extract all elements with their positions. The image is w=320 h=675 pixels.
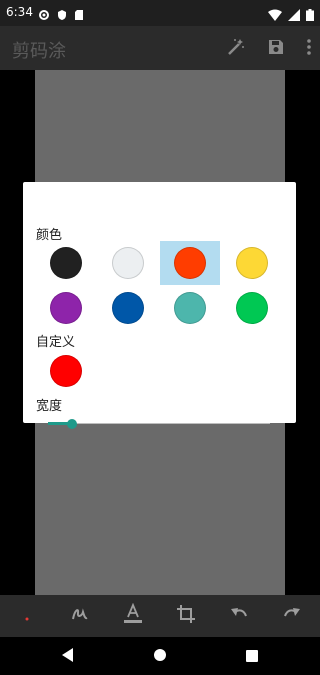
save-icon[interactable] [266,37,286,61]
width-section-label: 宽度 [36,399,63,414]
color-swatch-teal[interactable] [174,292,206,324]
color-swatch-purple[interactable] [50,292,82,324]
signal-icon [288,6,300,25]
tool-text[interactable] [106,595,159,637]
color-swatch-cell[interactable] [222,241,282,285]
bottom-toolbar [0,595,320,637]
color-swatch-blue[interactable] [112,292,144,324]
crop-icon [176,604,196,628]
color-swatch-cell[interactable] [160,241,220,285]
color-swatch-orange[interactable] [174,247,206,279]
color-swatch-cell[interactable] [36,241,96,285]
gear-icon [38,6,50,25]
color-swatch-cell[interactable] [160,286,220,330]
color-swatch-cell[interactable] [98,241,158,285]
tool-crop[interactable] [159,595,212,637]
app-bar: 剪码涂 [0,26,320,70]
custom-color-swatch[interactable] [50,355,82,387]
slider-thumb[interactable] [67,419,77,429]
tool-dot-brush[interactable] [0,595,53,637]
color-swatch-yellow[interactable] [236,247,268,279]
color-swatch-cell[interactable] [222,286,282,330]
home-circle-icon [153,647,167,666]
text-icon [123,602,143,629]
dot-brush-icon [24,607,30,626]
status-bar: 6:34 [0,0,320,26]
wifi-icon [268,6,282,25]
custom-color-cell[interactable] [36,349,96,393]
recents-button[interactable] [242,647,262,665]
color-swatch-cell[interactable] [98,286,158,330]
sd-card-icon [74,6,84,25]
back-triangle-icon [62,647,74,666]
page-title: 剪码涂 [12,41,66,62]
brush-settings-dialog: 颜色 自定义 宽度 [23,182,296,429]
color-swatch-black[interactable] [50,247,82,279]
magic-wand-icon[interactable] [226,37,246,61]
status-time: 6:34 [6,5,33,19]
width-slider[interactable] [48,417,270,431]
color-swatch-green[interactable] [236,292,268,324]
pen-icon [70,604,90,628]
navigation-bar [0,637,320,675]
custom-section-label: 自定义 [36,335,76,350]
tool-pen[interactable] [53,595,106,637]
battery-icon [306,6,314,25]
undo-icon [229,604,249,628]
color-swatch-white[interactable] [112,247,144,279]
shield-icon [56,6,68,25]
slider-track [48,423,270,424]
tool-redo[interactable] [265,595,318,637]
back-button[interactable] [58,647,78,665]
recents-square-icon [246,647,258,666]
color-swatch-cell[interactable] [36,286,96,330]
redo-icon [282,604,302,628]
more-vert-icon[interactable] [306,37,312,61]
home-button[interactable] [150,647,170,665]
tool-undo[interactable] [212,595,265,637]
